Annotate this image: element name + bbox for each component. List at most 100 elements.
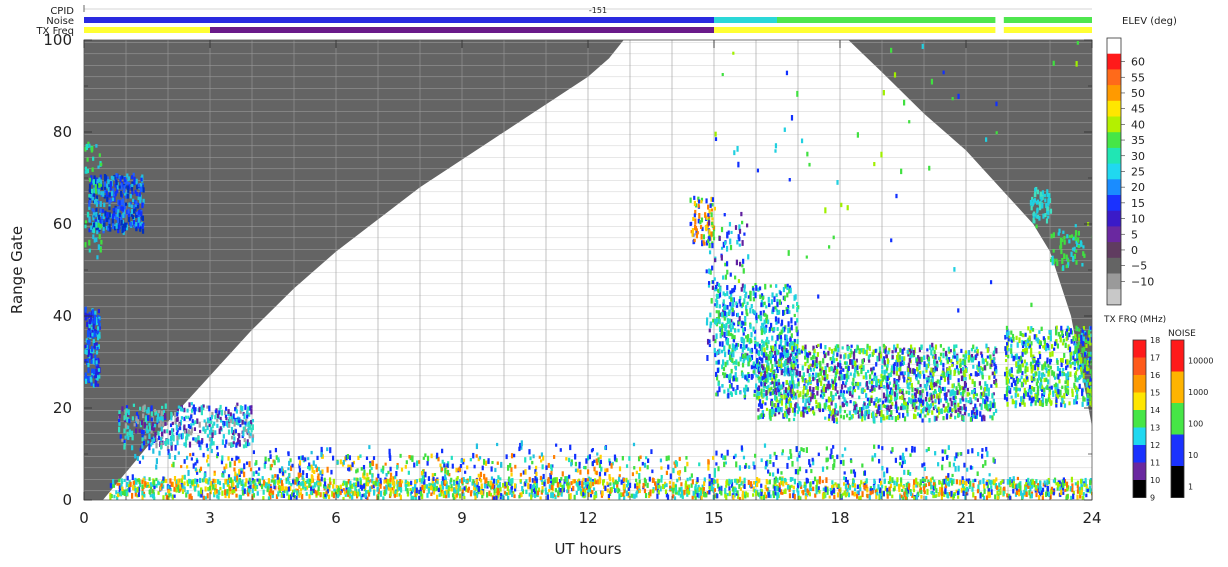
echo-mark (896, 343, 899, 349)
echo-mark (133, 176, 136, 182)
echo-mark (437, 487, 440, 493)
echo-mark (492, 496, 496, 500)
echo-mark (742, 338, 746, 343)
echo-mark (955, 479, 958, 485)
echo-mark (729, 302, 732, 307)
echo-mark (821, 375, 824, 381)
echo-mark (685, 455, 688, 460)
echo-mark (284, 470, 287, 474)
echo-mark (858, 395, 861, 400)
echo-mark (943, 386, 947, 392)
echo-mark (247, 492, 250, 497)
echo-mark (838, 488, 841, 492)
echo-mark (595, 470, 598, 476)
echo-mark (92, 323, 95, 330)
echo-mark (730, 230, 733, 234)
echo-mark (944, 396, 948, 401)
echo-mark (141, 484, 144, 490)
echo-mark (122, 199, 125, 206)
echo-mark (577, 485, 580, 491)
echo-mark (227, 474, 231, 478)
echo-mark (306, 479, 309, 484)
echo-mark (777, 317, 780, 324)
echo-mark (224, 489, 227, 496)
echo-mark (707, 284, 711, 288)
echo-mark (782, 481, 785, 487)
echo-mark (593, 466, 596, 472)
echo-mark (406, 488, 409, 494)
echo-mark (735, 301, 738, 306)
echo-mark (699, 224, 703, 230)
echo-mark (731, 343, 734, 348)
echo-mark (200, 487, 203, 494)
echo-mark (821, 395, 824, 400)
echo-mark (813, 476, 817, 482)
echo-mark (93, 332, 97, 338)
echo-mark (974, 496, 977, 500)
echo-mark (768, 479, 771, 485)
echo-mark (973, 349, 977, 353)
echo-mark (409, 488, 412, 492)
echo-mark (135, 211, 139, 215)
echo-mark (95, 202, 99, 207)
echo-mark (753, 389, 756, 393)
echo-mark (929, 344, 932, 350)
echo-mark (486, 492, 489, 498)
echo-mark (440, 467, 444, 471)
echo-mark (724, 361, 727, 368)
echo-mark (190, 495, 193, 500)
echo-mark (792, 485, 795, 490)
echo-mark (113, 494, 116, 499)
echo-mark (89, 194, 92, 199)
echo-mark (930, 484, 933, 490)
echo-mark (235, 475, 239, 481)
echo-mark (726, 285, 729, 291)
echo-mark (247, 421, 250, 425)
echo-mark (856, 345, 859, 351)
echo-mark (782, 287, 786, 293)
echo-mark (92, 156, 95, 161)
echo-mark (99, 246, 102, 253)
txfreq-segment (84, 27, 210, 33)
echo-mark (507, 495, 510, 500)
echo-mark (722, 299, 725, 304)
echo-mark (431, 473, 434, 478)
echo-mark (95, 342, 98, 346)
echo-mark (298, 460, 302, 466)
echo-mark (995, 347, 998, 354)
echo-mark (618, 474, 621, 478)
echo-mark (1018, 491, 1021, 497)
echo-mark (813, 394, 817, 400)
echo-mark (812, 480, 815, 485)
echo-mark (932, 482, 936, 486)
echo-mark (227, 456, 230, 461)
echo-mark (153, 409, 157, 413)
echo-mark (216, 445, 219, 450)
echo-mark (131, 416, 134, 421)
echo-mark (287, 486, 290, 492)
echo-mark (97, 309, 100, 314)
echo-mark (579, 485, 582, 491)
echo-mark (718, 348, 721, 354)
echo-mark (298, 468, 302, 473)
echo-mark (280, 486, 284, 491)
echo-mark (221, 455, 224, 461)
echo-mark (760, 491, 763, 496)
echo-mark (598, 479, 601, 485)
echo-mark (441, 485, 445, 490)
echo-mark (606, 481, 609, 486)
echo-mark (724, 293, 727, 297)
echo-mark (96, 346, 99, 351)
echo-mark (467, 486, 471, 491)
echo-mark (342, 488, 345, 492)
echo-mark (722, 372, 725, 376)
echo-mark (960, 348, 963, 353)
echo-mark (389, 483, 392, 488)
echo-mark (99, 223, 103, 229)
echo-mark (90, 346, 94, 352)
echo-mark (788, 418, 791, 422)
echo-mark (829, 487, 832, 492)
echo-mark (163, 413, 167, 419)
echo-mark (738, 243, 741, 247)
echo-mark (536, 490, 540, 496)
